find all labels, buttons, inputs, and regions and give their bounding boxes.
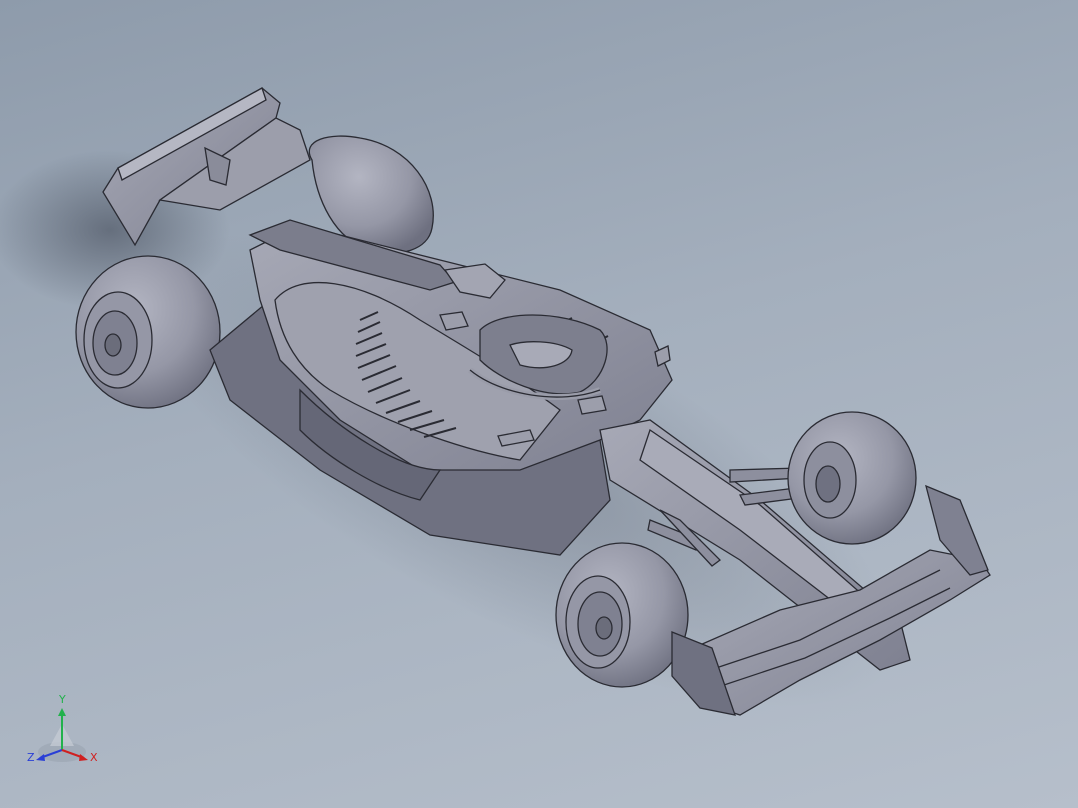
coordinate-triad[interactable]: Y Z X <box>26 694 106 774</box>
cockpit-halo[interactable] <box>468 314 608 401</box>
front-right-tire[interactable] <box>787 411 917 545</box>
z-axis-label: Z <box>27 751 35 764</box>
y-axis-label: Y <box>59 693 66 706</box>
rear-left-tire[interactable] <box>75 255 221 409</box>
graphics-viewport[interactable]: Y Z X <box>0 0 1078 808</box>
x-axis-label: X <box>90 751 98 764</box>
f1-car-model[interactable] <box>0 0 1078 808</box>
front-left-tire[interactable] <box>555 542 689 688</box>
